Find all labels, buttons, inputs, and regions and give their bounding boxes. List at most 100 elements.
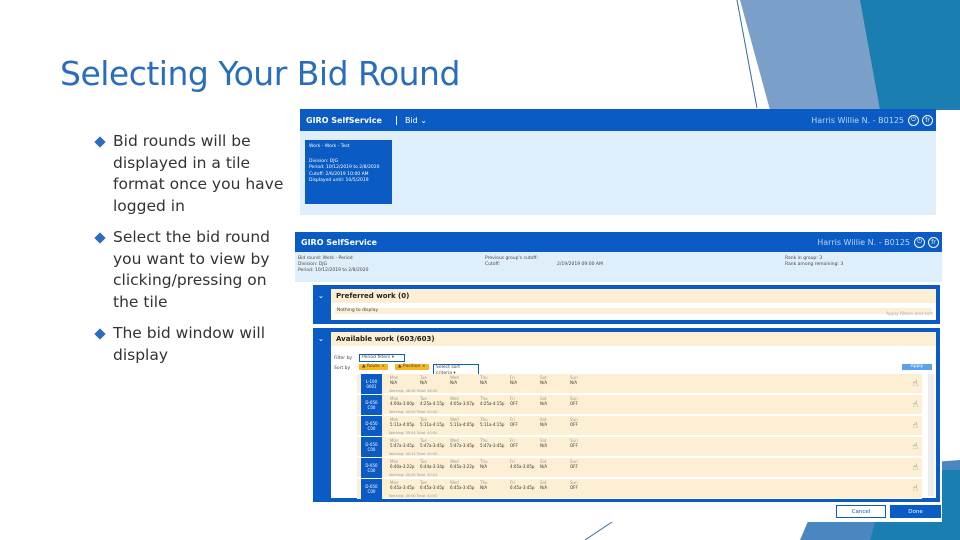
day-shift: N/A [570, 380, 578, 385]
day-cell: Sun OFF [570, 417, 578, 427]
preferred-header[interactable]: ⌄ Preferred work (0) [318, 289, 936, 303]
logout-icon[interactable]: ⏻ [908, 114, 919, 126]
day-shift: 5:11a-4:05p [390, 422, 415, 427]
day-shift: 4:25a-4:15p [420, 401, 445, 406]
day-cell: Sat N/A [540, 396, 547, 406]
day-shift: 6:45a-3:22p [450, 464, 475, 469]
day-cell: Fri OFF [510, 417, 518, 427]
sort-chip[interactable]: ▲ Route × [359, 364, 389, 370]
language-icon[interactable]: fr [922, 114, 933, 126]
hand-pointer-icon[interactable]: ☝ [913, 400, 918, 410]
work-id: D-050 C00 [361, 437, 382, 457]
day-shift: OFF [570, 443, 578, 448]
day-cell: Tue 5:47a-3:45p [420, 438, 444, 448]
app-logo: GIRO SelfService [301, 237, 377, 247]
day-shift: N/A [420, 380, 428, 385]
user-name: Harris Willie N. - B0125 [817, 237, 910, 247]
day-cell: Wed 6:45a-3:45p [450, 480, 474, 490]
day-shift: 4:05a-3:05p [510, 464, 535, 469]
bid-info: Bid round: Work - Period Division: DJG Per… [295, 252, 942, 282]
day-shift: 4:05a-3:07p [450, 401, 475, 406]
preferred-title: Preferred work (0) [336, 292, 410, 300]
scrollbar[interactable] [928, 374, 934, 496]
day-cell: Sat N/A [540, 417, 547, 427]
bullet-text: The bid window will display [113, 324, 265, 364]
day-cell: Fri 6:45a-3:45p [510, 480, 534, 490]
apply-button[interactable]: Apply [902, 364, 932, 370]
day-cell: Sat N/A [540, 459, 547, 469]
hand-pointer-icon[interactable]: ☝ [913, 484, 918, 494]
day-shift: 5:47a-3:45p [390, 443, 415, 448]
day-cell: Fri N/A [510, 375, 517, 385]
day-shift: N/A [540, 464, 548, 469]
sort-chip[interactable]: ▲ Position × [395, 364, 429, 370]
work-row[interactable]: D-050 C00 Mon 6:45a-3:45p Tue 6:45a-3:45p Wed… [357, 479, 922, 499]
day-shift: 6:45a-3:45p [510, 485, 535, 490]
day-cell: Tue 6:45a-3:45p [420, 480, 444, 490]
day-shift: 5:11a-4:15p [480, 422, 505, 427]
day-shift: OFF [510, 422, 518, 427]
diamond-bullet-icon [94, 328, 106, 340]
work-row[interactable]: L-100 0001 Mon N/A Tue N/A Wed N/A Thu N/A Fri N/A… [357, 374, 922, 394]
chevron-down-icon[interactable]: ⌄ [318, 335, 324, 343]
day-shift: 6:40a-3:22p [390, 464, 415, 469]
day-cell: Thu N/A [480, 480, 488, 490]
day-cell: Wed N/A [450, 375, 459, 385]
row-hours: Working: 40:12 Total: 40:00 [389, 452, 438, 456]
work-id: D-050 C00 [361, 479, 382, 499]
day-cell: Mon 5:11a-4:05p [390, 417, 414, 427]
day-shift: 5:11a-4:15p [420, 422, 445, 427]
day-cell: Tue 5:11a-4:15p [420, 417, 444, 427]
user-name: Harris Willie N. - B0125 [811, 115, 904, 125]
day-shift: N/A [540, 485, 548, 490]
work-row[interactable]: D-050 C00 Mon 4:00a-3:00p Tue 4:25a-4:15p Wed… [357, 395, 922, 415]
day-shift: OFF [570, 464, 578, 469]
info-period: Period: 10/12/2019 to 2/8/2020 [298, 268, 369, 273]
bid-round-tile[interactable]: Work - Work - Test Division: DJG Period:… [305, 140, 392, 204]
hand-pointer-icon[interactable]: ☝ [913, 442, 918, 452]
day-cell: Thu N/A [480, 375, 488, 385]
filter-select[interactable]: Period filters ▾ [359, 354, 405, 362]
day-cell: Fri OFF [510, 438, 518, 448]
preferred-empty: Nothing to display [335, 308, 932, 314]
day-shift: N/A [450, 380, 458, 385]
work-id: D-050 C00 [361, 416, 382, 436]
bid-rounds-screenshot: GIRO SelfService Bid ⌄ Harris Willie N. … [300, 109, 936, 215]
day-cell: Mon 4:00a-3:00p [390, 396, 414, 406]
chevron-down-icon[interactable]: ⌄ [318, 292, 324, 300]
hand-pointer-icon[interactable]: ☝ [913, 379, 918, 389]
bullet-2: Select the bid round you want to view by… [90, 227, 290, 313]
day-cell: Fri OFF [510, 396, 518, 406]
day-cell: Sat N/A [540, 375, 547, 385]
work-row[interactable]: D-050 C00 Mon 5:11a-4:05p Tue 5:11a-4:15p Wed… [357, 416, 922, 436]
filter-label: Filter by [334, 356, 353, 361]
work-id: L-100 0001 [361, 374, 382, 394]
day-shift: N/A [480, 485, 488, 490]
bid-menu[interactable]: Bid ⌄ [395, 115, 427, 125]
preferred-work-panel: ⌄ Preferred work (0) Nothing to display A… [313, 285, 940, 324]
day-cell: Sat N/A [540, 480, 547, 490]
day-shift: 6:44a-3:34p [420, 464, 445, 469]
available-title: Available work (603/603) [336, 335, 435, 343]
day-shift: N/A [510, 380, 518, 385]
day-cell: Wed 4:05a-3:07p [450, 396, 474, 406]
day-cell: Mon 6:45a-3:45p [390, 480, 414, 490]
tile-line: Displayed until: 10/5/2019 [309, 178, 369, 183]
day-shift: 5:47a-3:45p [450, 443, 475, 448]
done-button[interactable]: Done [890, 505, 941, 518]
day-cell: Sat N/A [540, 438, 547, 448]
sort-label: Sort by [334, 366, 351, 371]
logout-icon[interactable]: ⏻ [914, 236, 925, 248]
available-header[interactable]: ⌄ Available work (603/603) [318, 332, 936, 346]
hand-pointer-icon[interactable]: ☝ [913, 463, 918, 473]
work-row[interactable]: D-050 C00 Mon 5:47a-3:45p Tue 5:47a-3:45p Wed… [357, 437, 922, 457]
day-shift: 6:45a-3:45p [450, 485, 475, 490]
work-row[interactable]: D-050 C00 Mon 6:40a-3:22p Tue 6:44a-3:34p Wed… [357, 458, 922, 478]
hand-pointer-icon[interactable]: ☝ [913, 421, 918, 431]
row-hours: Working: 48:00 Total: 48:00 [389, 389, 438, 393]
language-icon[interactable]: fr [928, 236, 939, 248]
day-shift: OFF [510, 401, 518, 406]
cancel-button[interactable]: Cancel [836, 505, 886, 518]
row-hours: Working: 40:00 Total: 40:24 [389, 473, 438, 477]
day-cell: Tue 6:44a-3:34p [420, 459, 444, 469]
